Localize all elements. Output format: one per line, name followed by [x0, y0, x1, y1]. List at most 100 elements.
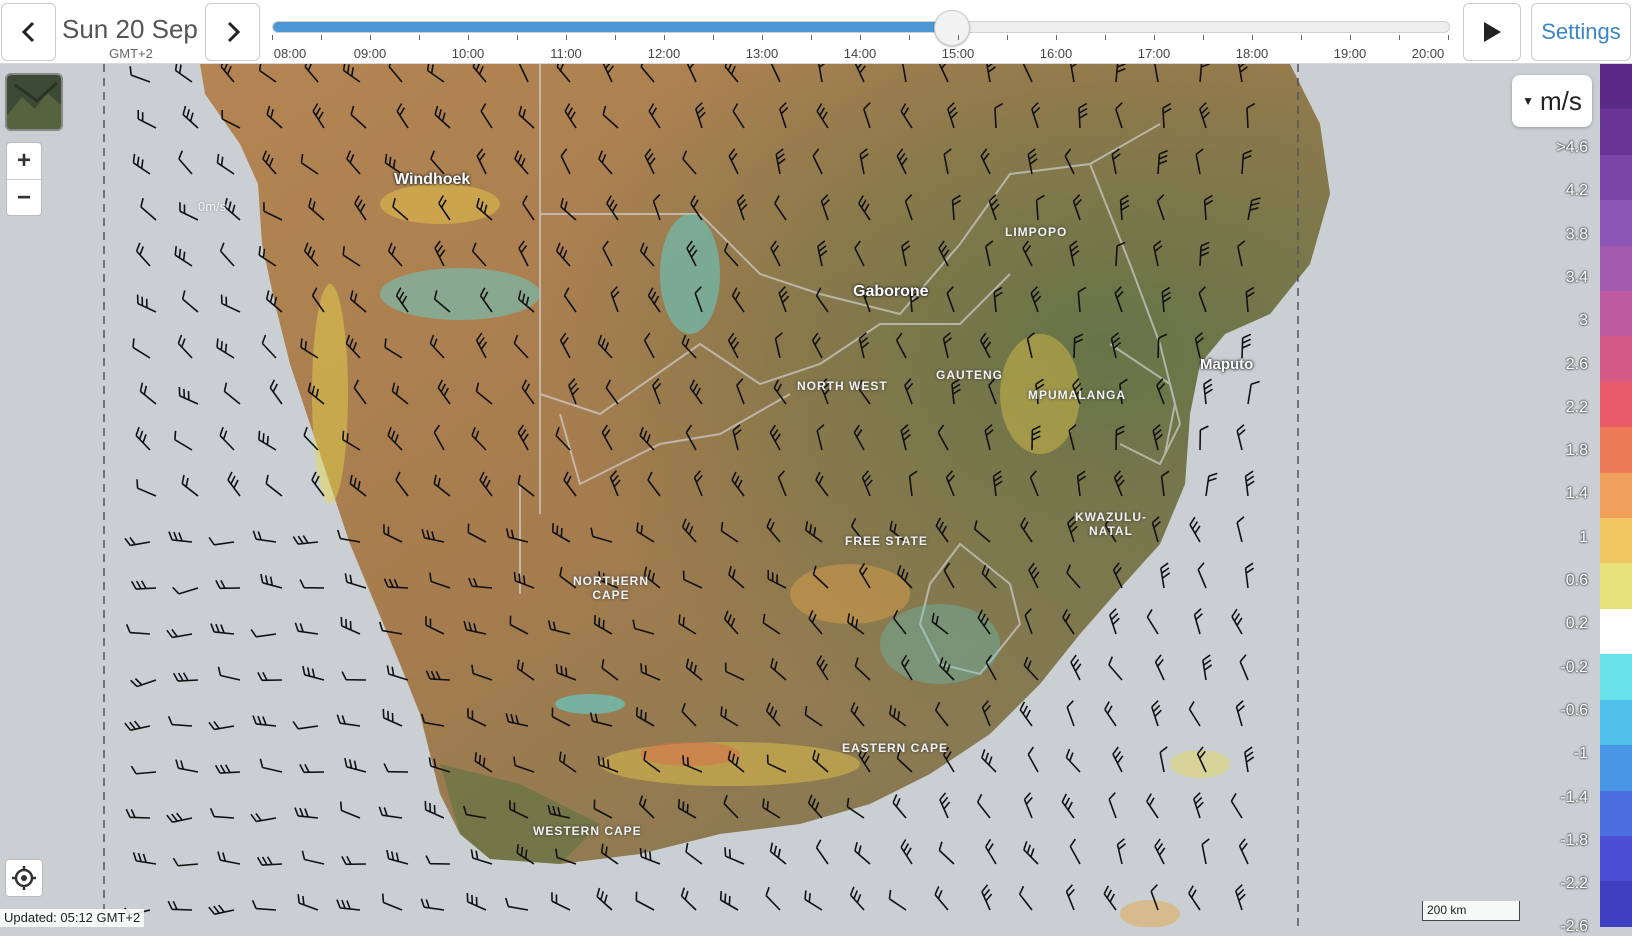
timeline-tick: [566, 35, 567, 40]
timeline-hour-label[interactable]: 13:00: [746, 46, 779, 61]
timeline-tick: [713, 35, 714, 40]
timeline-tick: [664, 35, 665, 40]
timeline-tick: [1252, 35, 1253, 40]
color-legend: [1600, 64, 1632, 927]
legend-swatch: [1600, 154, 1632, 201]
timeline-hour-label[interactable]: 11:00: [550, 46, 582, 61]
satellite-layer-icon: [7, 75, 61, 129]
timeline-hour-label[interactable]: 12:00: [648, 46, 681, 61]
timeline-tick: [1105, 35, 1106, 40]
settings-button[interactable]: Settings: [1531, 3, 1631, 61]
legend-label: -1.8: [1560, 831, 1588, 849]
chevron-left-icon: [21, 21, 34, 43]
legend-label: -1: [1573, 745, 1588, 763]
legend-swatch: [1600, 699, 1632, 746]
region-label: GAUTENG: [936, 368, 1003, 382]
unit-selector[interactable]: ▼ m/s: [1512, 75, 1592, 127]
timeline-tick: [1399, 35, 1400, 40]
timeline-tick: [958, 35, 959, 40]
timeline-ticks: [272, 35, 1450, 41]
legend-swatch: [1600, 654, 1632, 700]
scale-bar: 200 km: [1422, 901, 1520, 921]
place-label: Maputo: [1200, 356, 1254, 373]
play-icon: [1484, 22, 1501, 42]
legend-label: 3.4: [1565, 268, 1588, 286]
chevron-right-icon: [227, 21, 240, 43]
timeline-progress: [273, 22, 952, 32]
zoom-control: + −: [6, 142, 42, 216]
timeline-tick: [1154, 35, 1155, 40]
place-label: Windhoek: [394, 171, 471, 188]
timeline-tick: [419, 35, 420, 40]
legend-swatch: [1600, 109, 1632, 155]
timeline-hour-label[interactable]: 16:00: [1040, 46, 1073, 61]
legend-label: 1.8: [1565, 442, 1588, 460]
legend-label: -2.6: [1560, 918, 1588, 936]
legend-swatch: [1600, 64, 1632, 110]
zoom-out-button[interactable]: −: [7, 180, 41, 216]
timeline-slider[interactable]: [272, 10, 1450, 46]
timeline-tick: [909, 35, 910, 40]
legend-swatch: [1600, 563, 1632, 609]
timeline-tick: [321, 35, 322, 40]
timeline-hour-label[interactable]: 18:00: [1236, 46, 1269, 61]
caret-down-icon: ▼: [1522, 94, 1534, 108]
legend-swatch: [1600, 200, 1632, 246]
legend-label: -0.2: [1560, 658, 1588, 676]
previous-day-button[interactable]: [1, 3, 56, 61]
legend-label: 1.4: [1565, 485, 1588, 503]
timeline-tick: [1448, 35, 1449, 40]
date-label: Sun 20 Sep: [62, 14, 198, 44]
legend-swatch: [1600, 518, 1632, 564]
timeline-hour-label[interactable]: 14:00: [844, 46, 877, 61]
timeline-tick: [762, 35, 763, 40]
cursor-value-label: 0m/s: [198, 199, 227, 214]
timeline-tick: [1007, 35, 1008, 40]
timeline-tick: [272, 35, 273, 40]
timeline-hour-label[interactable]: 17:00: [1138, 46, 1171, 61]
play-button[interactable]: [1463, 3, 1521, 61]
updated-timestamp: Updated: 05:12 GMT+2: [0, 909, 145, 927]
legend-swatch: [1600, 790, 1632, 836]
timeline-tick: [860, 35, 861, 40]
timeline-tick: [1350, 35, 1351, 40]
timeline-tick: [1203, 35, 1204, 40]
legend-swatch: [1600, 427, 1632, 473]
legend-swatch: [1600, 245, 1632, 292]
zoom-in-button[interactable]: +: [7, 143, 41, 180]
legend-swatch: [1600, 881, 1632, 927]
map-canvas[interactable]: 0m/s Windhoek Gaborone Maputo LIMPOPO NO…: [0, 64, 1600, 927]
unit-label: m/s: [1540, 85, 1582, 116]
timeline-tick: [811, 35, 812, 40]
timeline-tick: [370, 35, 371, 40]
timeline-hour-label[interactable]: 20:00: [1412, 46, 1445, 61]
timeline-tick: [468, 35, 469, 40]
legend-label: 0.6: [1565, 572, 1588, 589]
legend-label: 2.6: [1565, 355, 1588, 373]
timeline-hour-label[interactable]: 09:00: [354, 46, 387, 61]
region-label: EASTERN CAPE: [842, 741, 949, 755]
legend-label: 1: [1579, 528, 1588, 546]
timeline-hour-label[interactable]: 15:00: [942, 46, 975, 61]
timeline-hour-label[interactable]: 08:00: [274, 46, 307, 61]
locate-button[interactable]: [5, 859, 43, 897]
next-day-button[interactable]: [205, 3, 260, 61]
legend-swatch: [1600, 336, 1632, 382]
timeline-tick: [517, 35, 518, 40]
timeline-hour-label[interactable]: 19:00: [1334, 46, 1367, 61]
crosshair-icon: [12, 866, 36, 890]
timeline-hour-label[interactable]: 10:00: [452, 46, 485, 61]
place-label: Gaborone: [853, 283, 929, 300]
legend-label: 2.2: [1565, 398, 1588, 416]
timeline-tick: [1056, 35, 1057, 40]
layer-switcher-button[interactable]: [5, 73, 63, 131]
legend-label: -2.2: [1560, 875, 1588, 893]
region-label: WESTERN CAPE: [533, 824, 642, 838]
legend-swatch: [1600, 291, 1632, 337]
legend-label: >4.6: [1556, 139, 1588, 156]
timeline-tick: [615, 35, 616, 40]
region-label: KWAZULU- NATAL: [1075, 510, 1147, 538]
region-label: NORTH WEST: [797, 379, 888, 393]
legend-label: 0.2: [1565, 615, 1588, 633]
map-background: [0, 64, 1600, 927]
